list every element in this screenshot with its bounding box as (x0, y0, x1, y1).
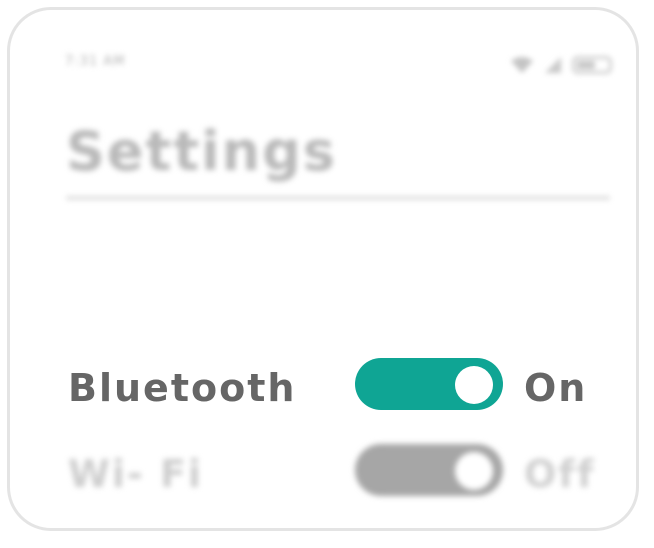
wifi-label: Wi- Fi (68, 452, 203, 496)
title-divider (66, 196, 610, 200)
wifi-icon (511, 57, 533, 73)
status-icons (510, 56, 612, 74)
phone-frame: 7:31 AM Settings Bluetooth On Wi- Fi Off (7, 7, 639, 531)
status-time: 7:31 AM (65, 54, 126, 69)
bluetooth-state-label: On (524, 366, 588, 410)
wifi-state-label: Off (524, 452, 596, 496)
bluetooth-toggle[interactable] (355, 358, 503, 410)
setting-row-bluetooth: Bluetooth On (10, 358, 636, 418)
page-title: Settings (66, 120, 337, 183)
bluetooth-label: Bluetooth (68, 366, 297, 410)
wifi-toggle-knob (455, 452, 493, 490)
signal-icon (545, 57, 561, 73)
bluetooth-toggle-knob (455, 366, 493, 404)
wifi-toggle[interactable] (355, 444, 503, 496)
setting-row-wifi: Wi- Fi Off (10, 444, 636, 504)
status-bar: 7:31 AM (10, 10, 636, 100)
battery-icon (572, 56, 612, 74)
